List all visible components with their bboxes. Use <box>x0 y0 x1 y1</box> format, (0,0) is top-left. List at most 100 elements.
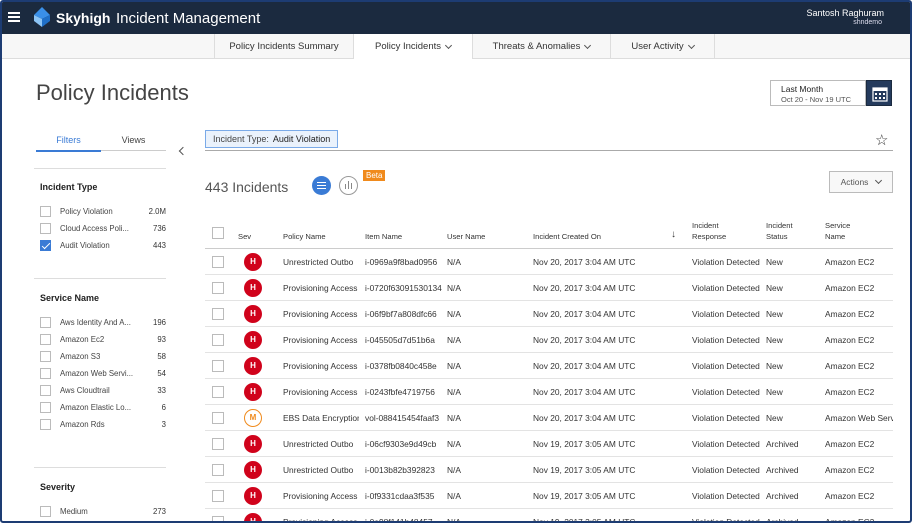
row-checkbox[interactable] <box>212 438 224 450</box>
item-name-cell[interactable]: i-0f9331cdaa3f535 <box>365 483 443 509</box>
app-title: Incident Management <box>116 10 261 27</box>
table-row[interactable]: H Provisioning Access i-0e98f141b48457 N/A N… <box>205 509 893 521</box>
divider <box>34 168 166 169</box>
item-name-cell[interactable]: i-0720f63091530134 <box>365 275 443 301</box>
checkbox[interactable] <box>40 223 51 234</box>
facet-service[interactable]: Amazon Web Servi... 54 <box>40 367 166 381</box>
menu-icon[interactable] <box>8 12 20 22</box>
item-name-cell[interactable]: i-045505d7d51b6a <box>365 327 443 353</box>
tab-policy-incidents-summary[interactable]: Policy Incidents Summary <box>214 34 353 59</box>
row-checkbox[interactable] <box>212 490 224 502</box>
checkbox[interactable] <box>40 385 51 396</box>
facet-service[interactable]: Aws Cloudtrail 33 <box>40 384 166 398</box>
facet-severity-medium[interactable]: Medium 273 <box>40 505 166 519</box>
policy-name-cell[interactable]: Provisioning Access <box>283 509 359 521</box>
sort-down-icon[interactable]: ↓ <box>671 229 676 240</box>
table-row[interactable]: H Provisioning Access i-0720f63091530134 N/… <box>205 275 893 301</box>
list-view-icon[interactable] <box>312 176 331 195</box>
policy-name-cell[interactable]: Provisioning Access <box>283 301 359 327</box>
top-bar: Skyhigh Incident Management Santosh Ragh… <box>2 2 910 34</box>
checkbox[interactable] <box>40 506 51 517</box>
item-name-cell[interactable]: i-06cf9303e9d49cb <box>365 431 443 457</box>
facet-service[interactable]: Aws Identity And A... 196 <box>40 316 166 330</box>
table-row[interactable]: H Provisioning Access i-0378fb0840c458e N/A… <box>205 353 893 379</box>
header-item-name[interactable]: Item Name <box>365 232 402 242</box>
service-name-cell: Amazon EC2 <box>825 465 875 475</box>
tab-threats-anomalies[interactable]: Threats & Anomalies <box>472 34 610 59</box>
tab-user-activity[interactable]: User Activity <box>610 34 715 59</box>
policy-name-cell[interactable]: Unrestricted Outbo <box>283 431 359 457</box>
tab-filters[interactable]: Filters <box>36 135 101 152</box>
row-checkbox[interactable] <box>212 412 224 424</box>
row-checkbox[interactable] <box>212 256 224 268</box>
checkbox[interactable] <box>40 368 51 379</box>
policy-name-cell[interactable]: Provisioning Access <box>283 353 359 379</box>
checkbox[interactable] <box>40 206 51 217</box>
item-name-cell[interactable]: vol-088415454faaf3 <box>365 405 443 431</box>
incident-response-cell: Violation Detected <box>692 361 760 371</box>
policy-name-cell[interactable]: Unrestricted Outbo <box>283 457 359 483</box>
collapse-panel-icon[interactable] <box>178 146 188 156</box>
facet-cloud-access-policy[interactable]: Cloud Access Poli... 736 <box>40 222 166 236</box>
header-sev[interactable]: Sev <box>238 232 251 242</box>
facet-service[interactable]: Amazon Rds 3 <box>40 418 166 432</box>
checkbox[interactable] <box>40 334 51 345</box>
chart-view-icon[interactable] <box>339 176 358 195</box>
policy-name-cell[interactable]: Provisioning Access <box>283 275 359 301</box>
facet-service[interactable]: Amazon S3 58 <box>40 350 166 364</box>
checkbox[interactable] <box>40 351 51 362</box>
table-row[interactable]: H Unrestricted Outbo i-06cf9303e9d49cb N/A N… <box>205 431 893 457</box>
checkbox[interactable] <box>40 419 51 430</box>
item-name-cell[interactable]: i-06f9bf7a808dfc66 <box>365 301 443 327</box>
table-row[interactable]: M EBS Data Encryption vol-088415454faaf3 N/… <box>205 405 893 431</box>
calendar-button[interactable] <box>866 80 892 106</box>
facet-label: Audit Violation <box>60 241 110 250</box>
row-checkbox[interactable] <box>212 386 224 398</box>
item-name-cell[interactable]: i-0378fb0840c458e <box>365 353 443 379</box>
facet-service[interactable]: Amazon Elastic Lo... 6 <box>40 401 166 415</box>
actions-dropdown[interactable]: Actions <box>829 171 893 193</box>
row-checkbox[interactable] <box>212 308 224 320</box>
policy-name-cell[interactable]: Provisioning Access <box>283 327 359 353</box>
item-name-cell[interactable]: i-0013b82b392823 <box>365 457 443 483</box>
header-user-name[interactable]: User Name <box>447 232 485 242</box>
header-created-on[interactable]: Incident Created On <box>533 232 601 242</box>
table-row[interactable]: H Unrestricted Outbo i-0969a9f8bad0956 N/A N… <box>205 249 893 275</box>
item-name-cell[interactable]: i-0e98f141b48457 <box>365 509 443 521</box>
row-checkbox[interactable] <box>212 282 224 294</box>
header-incident-response[interactable]: Incident Response <box>692 221 726 242</box>
checkbox[interactable] <box>40 402 51 413</box>
table-row[interactable]: H Provisioning Access i-0243fbfe4719756 N/A… <box>205 379 893 405</box>
item-name-cell[interactable]: i-0243fbfe4719756 <box>365 379 443 405</box>
row-checkbox[interactable] <box>212 360 224 372</box>
item-name-cell[interactable]: i-0969a9f8bad0956 <box>365 249 443 275</box>
filter-chip[interactable]: Incident Type: Audit Violation <box>205 130 339 148</box>
select-all-checkbox[interactable] <box>212 227 224 239</box>
policy-name-cell[interactable]: Provisioning Access <box>283 483 359 509</box>
tab-views[interactable]: Views <box>101 135 166 151</box>
row-checkbox[interactable] <box>212 516 224 521</box>
table-row[interactable]: H Provisioning Access i-0f9331cdaa3f535 N/A… <box>205 483 893 509</box>
severity-badge: H <box>244 513 262 521</box>
header-policy-name[interactable]: Policy Name <box>283 232 326 242</box>
row-checkbox[interactable] <box>212 464 224 476</box>
policy-name-cell[interactable]: EBS Data Encryption <box>283 405 359 431</box>
facet-policy-violation[interactable]: Policy Violation 2.0M <box>40 205 166 219</box>
checkbox[interactable] <box>40 317 51 328</box>
policy-name-cell[interactable]: Unrestricted Outbo <box>283 249 359 275</box>
tab-policy-incidents[interactable]: Policy Incidents <box>353 34 472 59</box>
header-service-name[interactable]: Service Name <box>825 221 850 242</box>
facet-service[interactable]: Amazon Ec2 93 <box>40 333 166 347</box>
star-icon[interactable]: ☆ <box>875 131 888 149</box>
checkbox-checked[interactable] <box>40 240 51 251</box>
row-checkbox[interactable] <box>212 334 224 346</box>
header-incident-status[interactable]: Incident Status <box>766 221 793 242</box>
policy-name-cell[interactable]: Provisioning Access <box>283 379 359 405</box>
facet-audit-violation[interactable]: Audit Violation 443 <box>40 239 166 253</box>
table-row[interactable]: H Unrestricted Outbo i-0013b82b392823 N/A No… <box>205 457 893 483</box>
table-row[interactable]: H Provisioning Access i-045505d7d51b6a N/A N… <box>205 327 893 353</box>
incident-status-cell: New <box>766 387 783 397</box>
user-name[interactable]: Santosh Raghuram <box>806 8 884 18</box>
table-row[interactable]: H Provisioning Access i-06f9bf7a808dfc66 N/… <box>205 301 893 327</box>
date-range-picker[interactable]: Last Month Oct 20 - Nov 19 UTC <box>770 80 866 106</box>
